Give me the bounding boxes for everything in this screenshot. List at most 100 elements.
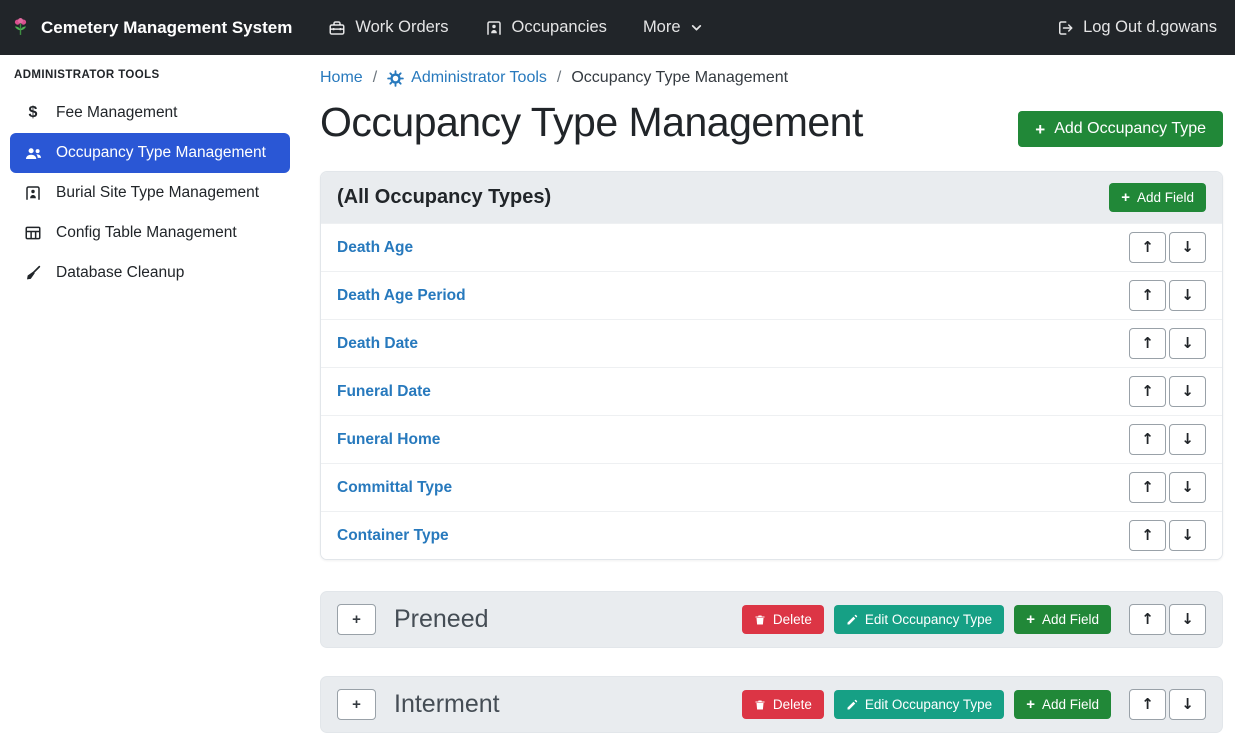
section-actions: Delete Edit Occupancy Type + Add Field ↑… — [742, 604, 1206, 635]
page-layout: ADMINISTRATOR TOOLS $ Fee Management Occ… — [0, 55, 1235, 738]
nav-more[interactable]: More — [643, 18, 703, 37]
move-down-button[interactable]: ↓ — [1169, 424, 1206, 455]
pencil-icon — [846, 699, 858, 711]
field-row: Committal Type ↑ ↓ — [321, 463, 1222, 511]
field-link-funeral-date[interactable]: Funeral Date — [337, 383, 431, 401]
row-actions: ↑ ↓ — [1129, 472, 1206, 503]
row-actions: ↑ ↓ — [1129, 328, 1206, 359]
trash-icon — [754, 614, 766, 626]
add-field-button[interactable]: + Add Field — [1014, 605, 1111, 634]
field-link-death-date[interactable]: Death Date — [337, 335, 418, 353]
delete-button[interactable]: Delete — [742, 605, 824, 634]
arrow-up-icon: ↑ — [1141, 384, 1154, 399]
field-link-committal-type[interactable]: Committal Type — [337, 479, 452, 497]
move-down-button[interactable]: ↓ — [1169, 520, 1206, 551]
add-field-button[interactable]: + Add Field — [1109, 183, 1206, 212]
broom-icon — [23, 264, 43, 282]
field-link-death-age[interactable]: Death Age — [337, 239, 413, 257]
expand-button[interactable]: + — [337, 689, 376, 720]
nav-occupancies-label: Occupancies — [512, 18, 607, 37]
plus-icon: + — [1121, 190, 1130, 205]
toolbox-icon — [328, 19, 346, 37]
field-link-container-type[interactable]: Container Type — [337, 527, 449, 545]
arrow-down-icon: ↓ — [1181, 240, 1194, 255]
logout-button[interactable]: Log Out d.gowans — [1056, 18, 1217, 37]
field-row: Funeral Home ↑ ↓ — [321, 415, 1222, 463]
move-up-button[interactable]: ↑ — [1129, 424, 1166, 455]
card-title: (All Occupancy Types) — [337, 186, 551, 209]
row-actions: ↑ ↓ — [1129, 689, 1206, 720]
edit-occupancy-type-button[interactable]: Edit Occupancy Type — [834, 690, 1004, 719]
plus-icon: + — [1035, 121, 1045, 138]
move-up-button[interactable]: ↑ — [1129, 280, 1166, 311]
move-down-button[interactable]: ↓ — [1169, 280, 1206, 311]
field-row: Death Age Period ↑ ↓ — [321, 271, 1222, 319]
sidebar-item-label: Config Table Management — [56, 224, 237, 242]
expand-button[interactable]: + — [337, 604, 376, 635]
app-title: Cemetery Management System — [41, 18, 292, 38]
main-content: Home / Administrator Tools / Occupancy T… — [300, 55, 1235, 738]
arrow-down-icon: ↓ — [1181, 480, 1194, 495]
move-down-button[interactable]: ↓ — [1169, 376, 1206, 407]
move-down-button[interactable]: ↓ — [1169, 604, 1206, 635]
move-up-button[interactable]: ↑ — [1129, 376, 1166, 407]
move-up-button[interactable]: ↑ — [1129, 604, 1166, 635]
move-down-button[interactable]: ↓ — [1169, 328, 1206, 359]
edit-occupancy-type-button[interactable]: Edit Occupancy Type — [834, 605, 1004, 634]
add-field-button[interactable]: + Add Field — [1014, 690, 1111, 719]
move-up-button[interactable]: ↑ — [1129, 520, 1166, 551]
plus-icon: + — [352, 612, 361, 627]
move-up-button[interactable]: ↑ — [1129, 232, 1166, 263]
breadcrumb: Home / Administrator Tools / Occupancy T… — [320, 69, 1223, 87]
arrow-down-icon: ↓ — [1181, 612, 1194, 627]
move-down-button[interactable]: ↓ — [1169, 472, 1206, 503]
sidebar-item-label: Burial Site Type Management — [56, 184, 259, 202]
sidebar-item-database-cleanup[interactable]: Database Cleanup — [10, 253, 290, 293]
move-down-button[interactable]: ↓ — [1169, 689, 1206, 720]
sidebar-item-config-table-management[interactable]: Config Table Management — [10, 213, 290, 253]
move-down-button[interactable]: ↓ — [1169, 232, 1206, 263]
row-actions: ↑ ↓ — [1129, 232, 1206, 263]
breadcrumb-separator: / — [557, 69, 561, 87]
move-up-button[interactable]: ↑ — [1129, 328, 1166, 359]
arrow-down-icon: ↓ — [1181, 336, 1194, 351]
breadcrumb-home-link[interactable]: Home — [320, 69, 363, 87]
logout-icon — [1056, 19, 1074, 37]
field-row: Container Type ↑ ↓ — [321, 511, 1222, 559]
all-occupancy-types-card: (All Occupancy Types) + Add Field Death … — [320, 171, 1223, 560]
move-up-button[interactable]: ↑ — [1129, 689, 1166, 720]
page-header: Occupancy Type Management + Add Occupanc… — [320, 99, 1223, 147]
all-occupancy-types-header: (All Occupancy Types) + Add Field — [321, 172, 1222, 223]
move-up-button[interactable]: ↑ — [1129, 472, 1166, 503]
arrow-up-icon: ↑ — [1141, 288, 1154, 303]
field-link-funeral-home[interactable]: Funeral Home — [337, 431, 440, 449]
app-brand[interactable]: Cemetery Management System — [10, 17, 292, 38]
delete-button[interactable]: Delete — [742, 690, 824, 719]
plus-icon: + — [352, 697, 361, 712]
breadcrumb-administrator-tools-link[interactable]: Administrator Tools — [387, 69, 547, 87]
sidebar-item-fee-management[interactable]: $ Fee Management — [10, 93, 290, 133]
breadcrumb-separator: / — [373, 69, 377, 87]
dollar-icon: $ — [23, 105, 43, 121]
add-occupancy-type-button[interactable]: + Add Occupancy Type — [1018, 111, 1223, 147]
sidebar-item-label: Database Cleanup — [56, 264, 184, 282]
section-actions: Delete Edit Occupancy Type + Add Field ↑… — [742, 689, 1206, 720]
arrow-down-icon: ↓ — [1181, 432, 1194, 447]
section-title: Interment — [394, 690, 742, 719]
sidebar-heading: ADMINISTRATOR TOOLS — [10, 69, 290, 93]
users-icon — [23, 144, 43, 163]
arrow-up-icon: ↑ — [1141, 336, 1154, 351]
sidebar-item-burial-site-type-management[interactable]: Burial Site Type Management — [10, 173, 290, 213]
logout-label: Log Out d.gowans — [1083, 18, 1217, 37]
nav-occupancies[interactable]: Occupancies — [485, 18, 607, 37]
nav-work-orders[interactable]: Work Orders — [328, 18, 448, 37]
arrow-up-icon: ↑ — [1141, 432, 1154, 447]
field-row: Funeral Date ↑ ↓ — [321, 367, 1222, 415]
sidebar-item-occupancy-type-management[interactable]: Occupancy Type Management — [10, 133, 290, 173]
field-link-death-age-period[interactable]: Death Age Period — [337, 287, 466, 305]
arrow-up-icon: ↑ — [1141, 612, 1154, 627]
chevron-down-icon — [690, 21, 703, 34]
breadcrumb-current: Occupancy Type Management — [571, 69, 788, 87]
nav-more-label: More — [643, 18, 681, 37]
pencil-icon — [846, 614, 858, 626]
